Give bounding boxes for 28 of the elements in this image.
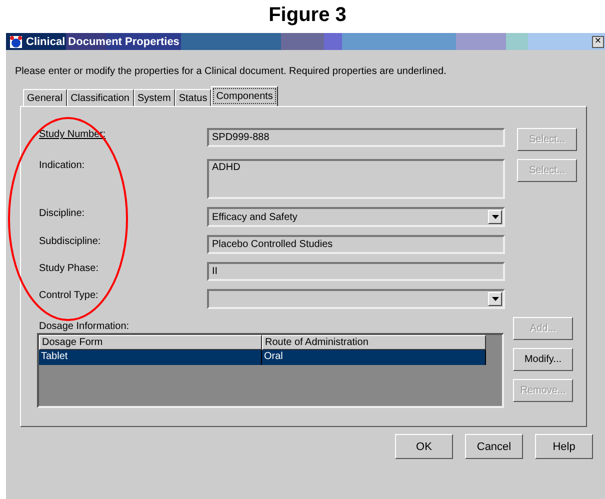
close-button[interactable]: ×	[592, 36, 604, 48]
dialog-button[interactable]: Cancel	[465, 434, 523, 459]
text-field[interactable]: II	[207, 262, 506, 281]
tab[interactable]: Status	[174, 89, 212, 106]
text-area[interactable]: ADHD	[207, 159, 506, 199]
instruction-text: Please enter or modify the properties for a Clinical document. Required properties are underlined.	[14, 65, 448, 79]
column-header[interactable]: Dosage Form	[39, 335, 262, 350]
field-label: Discipline:	[38, 207, 86, 219]
dropdown[interactable]	[207, 289, 506, 309]
tab[interactable]: General	[23, 89, 67, 106]
text-field[interactable]: SPD999-888	[207, 128, 506, 147]
dosage-button[interactable]: Modify...	[513, 348, 573, 371]
figure-caption: Figure 3	[268, 3, 348, 28]
field-label: Subdiscipline:	[38, 235, 102, 247]
dialog-button[interactable]: Help	[535, 434, 593, 459]
tab[interactable]: Classification	[66, 89, 134, 106]
field-label: Indication:	[38, 159, 86, 171]
dropdown[interactable]: Efficacy and Safety	[207, 207, 506, 227]
tab[interactable]: Components	[211, 86, 278, 106]
field-label: Control Type:	[38, 289, 100, 301]
dialog-button[interactable]: OK	[395, 434, 453, 459]
text-field[interactable]: Placebo Controlled Studies	[207, 235, 506, 254]
field-label: Study Phase:	[38, 262, 100, 274]
column-header[interactable]: Route of Administration	[262, 335, 486, 350]
tab[interactable]: System	[134, 89, 175, 106]
window-title: Clinical Document Properties	[26, 36, 180, 48]
app-icon	[9, 34, 23, 48]
section-label: Dosage Information:	[38, 320, 130, 333]
